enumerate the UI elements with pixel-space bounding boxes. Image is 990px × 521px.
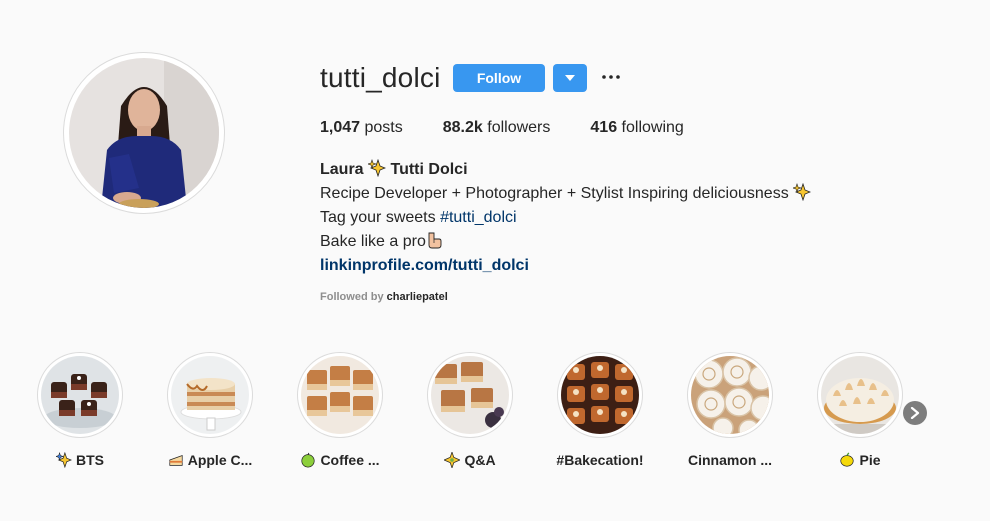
bio-website-link[interactable]: linkinprofile.com/tutti_dolci <box>320 257 529 274</box>
followers-label: followers <box>487 119 551 136</box>
profile-stats: 1,047 posts 88.2k followers 416 followin… <box>320 119 724 137</box>
profile-username: tutti_dolci <box>320 62 441 93</box>
lemon-icon <box>840 452 855 467</box>
more-options-button[interactable] <box>600 66 622 88</box>
highlight-cover-image <box>171 356 249 434</box>
highlight-label-text: BTS <box>76 452 104 468</box>
chevron-right-icon <box>910 407 920 419</box>
story-highlight[interactable]: Q&A <box>420 352 520 468</box>
followed-by-label: Followed by <box>320 291 384 303</box>
highlight-label-text: Cinnamon ... <box>688 452 772 468</box>
bio-line-2-text: Tag your sweets <box>320 209 436 226</box>
highlight-cover-ring <box>427 352 513 438</box>
story-highlight[interactable]: Pie <box>810 352 910 468</box>
story-highlight[interactable]: BTS <box>30 352 130 468</box>
highlight-label: Pie <box>839 452 881 468</box>
highlight-label-text: Q&A <box>464 452 496 468</box>
story-highlight[interactable]: #Bakecation! <box>550 352 650 468</box>
following-label: following <box>621 119 684 136</box>
highlight-cover-ring <box>297 352 383 438</box>
posts-stat: 1,047 posts <box>320 119 403 137</box>
highlight-label-text: #Bakecation! <box>556 452 644 468</box>
highlight-label: #Bakecation! <box>556 452 643 468</box>
highlight-label: Coffee ... <box>300 452 380 468</box>
highlight-label-text: Pie <box>859 452 881 468</box>
avatar-image <box>69 58 219 208</box>
cake-icon <box>169 455 183 466</box>
highlight-cover-image <box>561 356 639 434</box>
bio-line-3-text: Bake like a pro <box>320 233 426 250</box>
bio-line-1-text: Recipe Developer + Photographer + Stylis… <box>320 185 789 202</box>
highlight-label: Cinnamon ... <box>688 452 772 468</box>
highlight-label-text: Coffee ... <box>320 452 380 468</box>
followers-count: 88.2k <box>442 119 483 136</box>
highlight-cover-ring <box>817 352 903 438</box>
highlight-cover-ring <box>167 352 253 438</box>
followers-stat[interactable]: 88.2k followers <box>443 119 551 137</box>
highlight-cover-ring <box>687 352 773 438</box>
highlight-label: Q&A <box>444 452 496 468</box>
story-highlight[interactable]: Coffee ... <box>290 352 390 468</box>
posts-label: posts <box>364 119 403 136</box>
highlight-label: BTS <box>56 452 104 468</box>
highlights-next-button[interactable] <box>903 401 927 425</box>
sparkles-icon <box>56 452 72 468</box>
ellipsis-icon <box>602 75 620 79</box>
following-stat[interactable]: 416 following <box>590 119 683 137</box>
highlight-cover-image <box>691 356 769 434</box>
pointing-hand-icon <box>428 232 442 249</box>
highlight-cover-ring <box>557 352 643 438</box>
followed-by-text: Followed by charliepatel <box>320 291 448 303</box>
bio-hashtag-link[interactable]: #tutti_dolci <box>440 209 517 226</box>
highlight-cover-image <box>821 356 899 434</box>
sparkle-icon <box>444 452 461 468</box>
posts-count: 1,047 <box>320 119 361 136</box>
bio-full-name: Laura Tutti Dolci <box>320 158 811 182</box>
follow-button[interactable]: Follow <box>453 64 545 92</box>
bio-line-3: Bake like a pro <box>320 230 811 254</box>
bio-last-name: Tutti Dolci <box>390 161 468 178</box>
bio-line-1: Recipe Developer + Photographer + Stylis… <box>320 182 812 206</box>
sparkles-icon <box>793 183 812 201</box>
profile-bio: Laura Tutti Dolci Recipe Developer + Pho… <box>320 158 812 278</box>
highlight-cover-image <box>301 356 379 434</box>
story-highlight[interactable]: Apple C... <box>160 352 260 468</box>
profile-avatar[interactable] <box>63 52 225 214</box>
highlight-cover-image <box>431 356 509 434</box>
sparkles-icon <box>368 159 387 177</box>
highlight-label: Apple C... <box>168 452 253 468</box>
story-highlight[interactable]: Cinnamon ... <box>680 352 780 468</box>
bio-line-4: linkinprofile.com/tutti_dolci <box>320 254 811 278</box>
bio-first-name: Laura <box>320 161 364 178</box>
highlight-cover-image <box>41 356 119 434</box>
bio-line-2: Tag your sweets #tutti_dolci <box>320 206 811 230</box>
highlight-label-text: Apple C... <box>187 452 253 468</box>
green-apple-icon <box>301 452 316 468</box>
chevron-down-icon <box>565 75 575 81</box>
following-count: 416 <box>590 119 618 136</box>
highlight-cover-ring <box>37 352 123 438</box>
followed-by-user-link[interactable]: charliepatel <box>387 291 448 303</box>
suggestions-dropdown-button[interactable] <box>553 64 587 92</box>
